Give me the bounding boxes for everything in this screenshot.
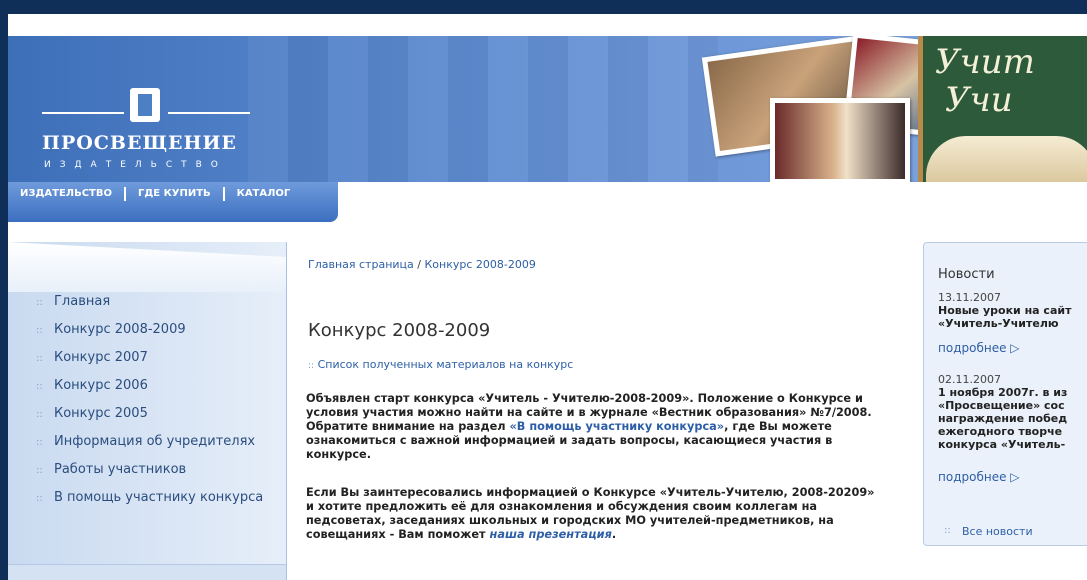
announcement-paragraph: Объявлен старт конкурса «Учитель - Учите… xyxy=(306,392,886,462)
logo-line-right xyxy=(168,112,250,114)
bullet-icon: :: xyxy=(36,353,43,364)
page-title: Конкурс 2008-2009 xyxy=(308,320,491,341)
breadcrumb-home[interactable]: Главная страница xyxy=(308,258,414,271)
bullet-icon: :: xyxy=(36,465,43,476)
sidebar-item-label[interactable]: Информация об учредителях xyxy=(54,434,255,449)
header-banner: ПРОСВЕЩЕНИЕ ИЗДАТЕЛЬСТВО Учит Учи xyxy=(8,36,1087,182)
sidebar-item-label[interactable]: Конкурс 2008-2009 xyxy=(54,322,186,337)
sidebar-item-home[interactable]: :: Главная xyxy=(36,294,276,310)
book-image xyxy=(926,136,1087,182)
bullet-icon: :: xyxy=(36,493,43,504)
bullet-icon: :: xyxy=(36,325,43,336)
nav-where-to-buy[interactable]: ГДЕ КУПИТЬ xyxy=(126,187,225,201)
sidebar-item-label[interactable]: В помощь участнику конкурса xyxy=(54,490,263,505)
breadcrumb-current[interactable]: Конкурс 2008-2009 xyxy=(424,258,535,271)
page-top-strip xyxy=(8,14,1087,36)
nav-publisher[interactable]: ИЗДАТЕЛЬСТВО xyxy=(8,187,126,201)
sidebar-item-help[interactable]: :: В помощь участнику конкурса xyxy=(36,490,276,506)
sidebar-item-works[interactable]: :: Работы участников xyxy=(36,462,276,478)
window-top-band xyxy=(0,0,1087,14)
materials-list-link[interactable]: :: Список полученных материалов на конку… xyxy=(308,358,573,371)
logo-title[interactable]: ПРОСВЕЩЕНИЕ xyxy=(42,132,237,154)
board-text-1: Учит xyxy=(935,42,1035,82)
sidebar-item-label[interactable]: Работы участников xyxy=(54,462,186,477)
bullet-icon: :: xyxy=(36,381,43,392)
sidebar-item-label[interactable]: Конкурс 2005 xyxy=(54,406,148,421)
news-more-link[interactable]: подробнее ▷ xyxy=(938,470,1020,484)
breadcrumb: Главная страница / Конкурс 2008-2009 xyxy=(308,258,536,271)
news-title: Новости xyxy=(938,267,995,282)
photo-teacher xyxy=(770,98,910,182)
all-news-link[interactable]: Все новости xyxy=(962,525,1033,538)
bullet-icon: :: xyxy=(36,409,43,420)
p2-text-b: . xyxy=(611,528,617,541)
nav-catalog[interactable]: КАТАЛОГ xyxy=(225,187,303,201)
materials-list-label[interactable]: Список полученных материалов на конкурс xyxy=(318,358,574,371)
logo-line-left xyxy=(42,112,124,114)
sidebar-item-label[interactable]: Главная xyxy=(54,294,110,309)
logo-subtitle: ИЗДАТЕЛЬСТВО xyxy=(44,160,227,170)
news-panel: Новости 13.11.2007 Новые уроки на сайт «… xyxy=(923,242,1087,546)
classroom-photo xyxy=(248,36,718,182)
news-date: 13.11.2007 xyxy=(938,291,1001,304)
news-date: 02.11.2007 xyxy=(938,373,1001,386)
news-text: 1 ноября 2007г. в из «Просвещение» сос н… xyxy=(938,386,1068,451)
bullet-icon: :: xyxy=(944,525,951,536)
publisher-logo-icon[interactable] xyxy=(130,88,160,122)
sidebar-item-contest-2005[interactable]: :: Конкурс 2005 xyxy=(36,406,276,422)
top-nav: ИЗДАТЕЛЬСТВО ГДЕ КУПИТЬ КАТАЛОГ xyxy=(8,182,302,206)
presentation-paragraph: Если Вы заинтересовались информацией о К… xyxy=(306,486,886,542)
sidebar-menu: :: Главная :: Конкурс 2008-2009 :: Конкурс … xyxy=(36,294,276,518)
news-text: Новые уроки на сайт «Учитель-Учителю xyxy=(938,304,1072,330)
sidebar-item-founders[interactable]: :: Информация об учредителях xyxy=(36,434,276,450)
bullet-icon: :: xyxy=(308,361,315,371)
sidebar-item-contest-2008-2009[interactable]: :: Конкурс 2008-2009 xyxy=(36,322,276,338)
board-text-2: Учи xyxy=(945,80,1013,120)
bullet-icon: :: xyxy=(36,437,43,448)
web-page: ПРОСВЕЩЕНИЕ ИЗДАТЕЛЬСТВО Учит Учи ИЗДАТЕ… xyxy=(8,14,1087,580)
help-section-link[interactable]: «В помощь участнику конкурса» xyxy=(509,420,724,433)
sidebar-item-contest-2007[interactable]: :: Конкурс 2007 xyxy=(36,350,276,366)
sidebar-bottom-bar xyxy=(8,564,286,580)
sidebar-item-label[interactable]: Конкурс 2006 xyxy=(54,378,148,393)
news-more-link[interactable]: подробнее ▷ xyxy=(938,341,1020,355)
sidebar-item-label[interactable]: Конкурс 2007 xyxy=(54,350,148,365)
presentation-link[interactable]: наша презентация xyxy=(490,528,612,541)
bullet-icon: :: xyxy=(36,297,43,308)
sidebar-item-contest-2006[interactable]: :: Конкурс 2006 xyxy=(36,378,276,394)
breadcrumb-separator: / xyxy=(413,258,425,271)
